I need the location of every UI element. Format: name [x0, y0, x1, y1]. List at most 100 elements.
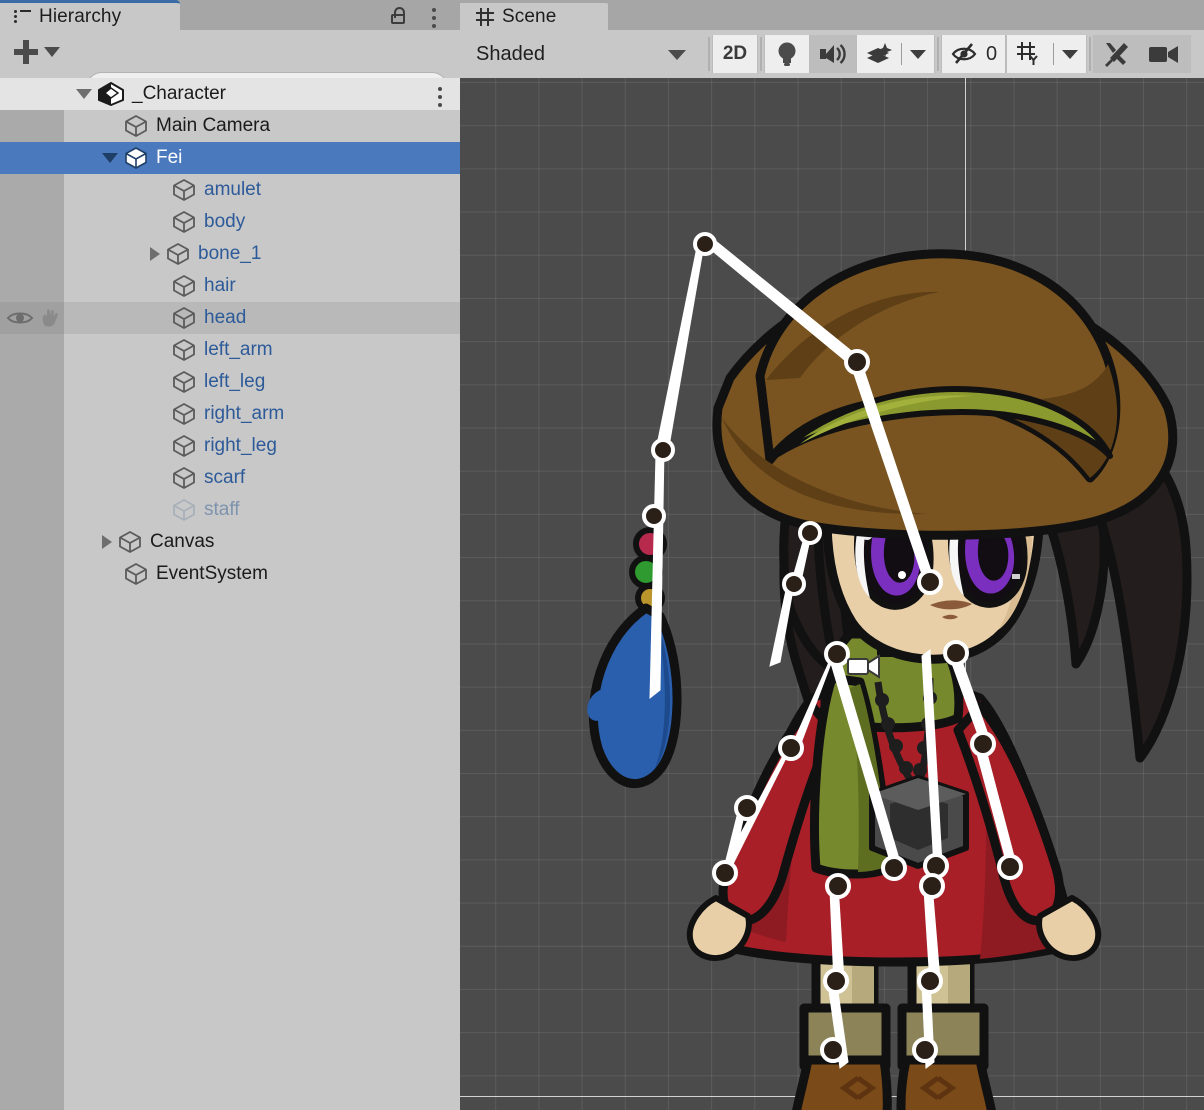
hierarchy-panel: Hierarchy All _Charact [0, 0, 460, 1110]
joint-hat-band[interactable] [846, 351, 868, 373]
row-body [64, 238, 460, 270]
joint-thigh-left[interactable] [827, 875, 849, 897]
tree-expand-arrow[interactable] [102, 153, 118, 163]
row-gutter [0, 302, 64, 334]
tab-scene[interactable]: Scene [460, 0, 608, 30]
joint-elbow-right[interactable] [972, 733, 994, 755]
chevron-down-icon[interactable] [1062, 50, 1078, 59]
chevron-down-icon[interactable] [910, 50, 926, 59]
toolbar-separator [937, 37, 939, 71]
hierarchy-row-head[interactable]: head [0, 302, 460, 334]
gameobject-cube-icon [172, 434, 196, 458]
toolbar-separator [708, 37, 710, 71]
eye-icon[interactable] [6, 310, 34, 326]
hierarchy-row-left-leg[interactable]: left_leg [0, 366, 460, 398]
joint-hip-left[interactable] [883, 857, 905, 879]
joint-neck-left[interactable] [826, 643, 848, 665]
scene-viewport[interactable]: .ol{stroke:#111111;stroke-width:9;stroke… [460, 78, 1204, 1110]
lock-open-icon[interactable] [390, 7, 406, 24]
tree-expand-arrow[interactable] [76, 89, 92, 99]
toggle-lighting-button[interactable] [764, 35, 810, 73]
row-gutter [0, 270, 64, 302]
joint-hand-left[interactable] [714, 862, 736, 884]
hierarchy-row-hair[interactable]: hair [0, 270, 460, 302]
hidden-objects-count: 0 [986, 43, 997, 66]
hierarchy-row-label: Canvas [150, 531, 214, 553]
hierarchy-toolbar: All [0, 30, 460, 78]
hierarchy-row-bone-1[interactable]: bone_1 [0, 238, 460, 270]
camera-icon [1148, 43, 1182, 65]
row-kebab-menu-icon[interactable] [438, 87, 442, 111]
joint-elbow-left[interactable] [780, 737, 802, 759]
hierarchy-row-main-camera[interactable]: Main Camera [0, 110, 460, 142]
joint-feather-mid[interactable] [644, 506, 664, 526]
hierarchy-row-label: staff [204, 499, 240, 521]
effects-layers-icon [865, 42, 893, 66]
hierarchy-list-icon [14, 10, 31, 24]
hierarchy-row-body[interactable]: body [0, 206, 460, 238]
kebab-menu-icon[interactable] [432, 8, 436, 32]
camera-gizmo-icon[interactable] [848, 656, 879, 677]
unity-scene-icon [98, 82, 124, 106]
tree-collapse-arrow[interactable] [102, 535, 112, 549]
joint-forearm-left[interactable] [736, 797, 758, 819]
hierarchy-row-eventsystem[interactable]: EventSystem [0, 558, 460, 590]
joint-foot-left[interactable] [822, 1039, 844, 1061]
joint-hand-right[interactable] [999, 856, 1021, 878]
row-gutter [0, 78, 64, 110]
scene-camera-button[interactable] [1139, 35, 1191, 73]
joint-feather-top[interactable] [653, 440, 673, 460]
hierarchy-row-label: EventSystem [156, 563, 268, 585]
hidden-objects-button[interactable]: 0 [941, 35, 1006, 73]
scene-fx-button[interactable] [856, 35, 935, 73]
gameobject-cube-icon [172, 210, 196, 234]
draw-mode-dropdown[interactable]: Shaded [466, 35, 706, 73]
gizmos-tools-button[interactable] [1093, 35, 1139, 73]
hierarchy-row-amulet[interactable]: amulet [0, 174, 460, 206]
joint-foot-right[interactable] [914, 1039, 936, 1061]
tree-collapse-arrow[interactable] [150, 247, 160, 261]
gameobject-cube-icon [172, 178, 196, 202]
row-gutter [0, 110, 64, 142]
joint-thigh-right[interactable] [921, 875, 943, 897]
hierarchy-row-label: scarf [204, 467, 245, 489]
plus-icon [14, 40, 38, 64]
hierarchy-row-right-arm[interactable]: right_arm [0, 398, 460, 430]
hierarchy-row-label: bone_1 [198, 243, 261, 265]
hierarchy-row-label: head [204, 307, 246, 329]
divider [901, 43, 902, 65]
hierarchy-row-character[interactable]: _Character [0, 78, 460, 110]
row-gutter [0, 526, 64, 558]
hierarchy-row-fei[interactable]: Fei [0, 142, 460, 174]
hand-icon[interactable] [40, 308, 60, 328]
joint-shoulder-right[interactable] [945, 642, 967, 664]
gameobject-cube-icon [118, 530, 142, 554]
joint-knee-right[interactable] [919, 970, 941, 992]
hierarchy-row-label: left_leg [204, 371, 265, 393]
hierarchy-row-staff[interactable]: staff [0, 494, 460, 526]
tab-hierarchy[interactable]: Hierarchy [0, 0, 180, 30]
tree-spacer [150, 286, 166, 287]
chevron-down-icon [44, 47, 60, 57]
row-body [64, 206, 460, 238]
toggle-2d-button[interactable]: 2D [712, 35, 758, 73]
hierarchy-row-left-arm[interactable]: left_arm [0, 334, 460, 366]
hierarchy-row-label: hair [204, 275, 236, 297]
hierarchy-row-canvas[interactable]: Canvas [0, 526, 460, 558]
tree-spacer [150, 382, 166, 383]
add-gameobject-button[interactable] [14, 40, 60, 64]
toggle-audio-button[interactable] [810, 35, 856, 73]
joint-knee-left[interactable] [825, 970, 847, 992]
joint-hair-top[interactable] [800, 523, 820, 543]
joint-hair-mid[interactable] [784, 574, 804, 594]
hierarchy-row-right-leg[interactable]: right_leg [0, 430, 460, 462]
grid-visibility-button[interactable] [1006, 35, 1087, 73]
joint-hat-top[interactable] [695, 234, 715, 254]
row-gutter [0, 558, 64, 590]
bone-gizmos-overlay[interactable]: .bonep{fill:#ffffff;stroke:#ffffff;strok… [460, 78, 1204, 1110]
row-gutter [0, 494, 64, 526]
tab-scene-label: Scene [502, 6, 556, 28]
hierarchy-row-scarf[interactable]: scarf [0, 462, 460, 494]
joint-head[interactable] [919, 571, 941, 593]
gameobject-cube-icon [166, 242, 190, 266]
